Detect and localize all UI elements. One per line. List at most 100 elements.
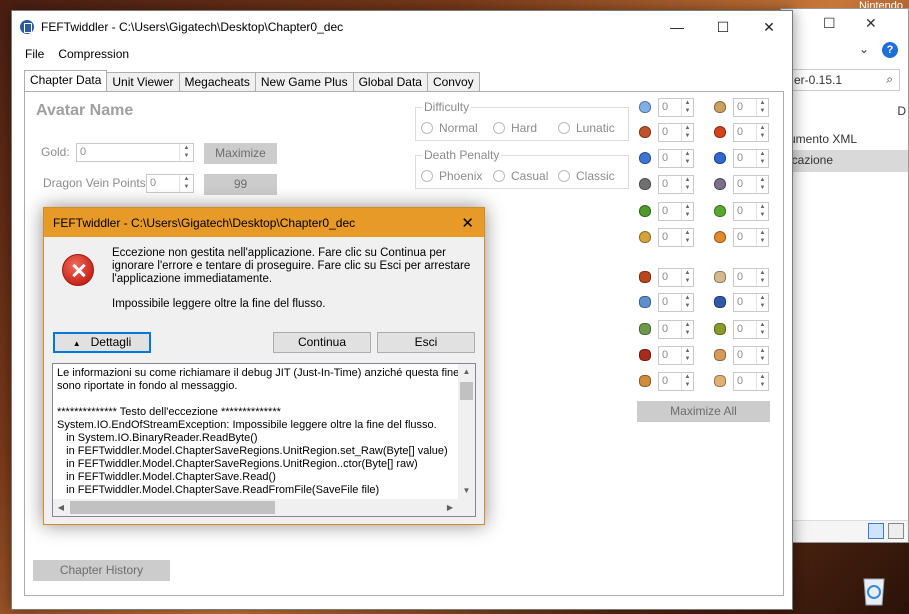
maximize-icon[interactable]: ☐ (700, 11, 746, 43)
spin-arrows-icon[interactable]: ▲ ▼ (756, 203, 768, 220)
spin-arrows-icon[interactable]: ▲ ▼ (756, 294, 768, 311)
item-quantity-stepper[interactable]: 0 ▲ ▼ (658, 202, 694, 221)
dragon-vein-max-button[interactable]: 99 (204, 174, 277, 195)
exit-button[interactable]: Esci (377, 332, 475, 353)
recycle-bin-icon[interactable] (858, 573, 890, 607)
scroll-left-icon[interactable]: ◀ (53, 499, 69, 516)
spin-arrows-icon[interactable]: ▲ ▼ (681, 203, 693, 220)
radio-phoenix[interactable]: Phoenix (421, 169, 482, 183)
tab-megacheats[interactable]: Megacheats (178, 72, 256, 91)
item-quantity-stepper[interactable]: 0 ▲ ▼ (733, 372, 769, 391)
close-icon[interactable]: ✕ (865, 15, 877, 32)
item-quantity-stepper[interactable]: 0 ▲ ▼ (733, 320, 769, 339)
item-quantity-stepper[interactable]: 0 ▲ ▼ (658, 228, 694, 247)
chapter-history-button[interactable]: Chapter History (33, 560, 170, 581)
spin-arrows-icon[interactable]: ▲ ▼ (756, 124, 768, 141)
item-quantity-value: 0 (662, 126, 669, 138)
error-dialog[interactable]: FEFTwiddler - C:\Users\Gigatech\Desktop\… (43, 207, 485, 525)
spin-arrows-icon[interactable]: ▲ ▼ (756, 176, 768, 193)
close-icon[interactable]: ✕ (746, 11, 792, 43)
radio-casual[interactable]: Casual (493, 169, 548, 183)
item-quantity-stepper[interactable]: 0 ▲ ▼ (733, 123, 769, 142)
tab-new-game-plus[interactable]: New Game Plus (254, 72, 354, 91)
spin-arrows-icon[interactable]: ▲ ▼ (756, 150, 768, 167)
spin-arrows-icon[interactable]: ▲ ▼ (756, 99, 768, 116)
item-quantity-stepper[interactable]: 0 ▲ ▼ (658, 320, 694, 339)
item-quantity-stepper[interactable]: 0 ▲ ▼ (733, 98, 769, 117)
spin-arrows-icon[interactable]: ▲ ▼ (179, 175, 193, 192)
item-quantity-stepper[interactable]: 0 ▲ ▼ (733, 268, 769, 287)
spin-arrows-icon[interactable]: ▲ ▼ (681, 229, 693, 246)
tab-convoy[interactable]: Convoy (426, 72, 480, 91)
spin-arrows-icon[interactable]: ▲ ▼ (681, 321, 693, 338)
radio-lunatic[interactable]: Lunatic (558, 121, 615, 135)
spin-arrows-icon[interactable]: ▲ ▼ (756, 347, 768, 364)
item-quantity-stepper[interactable]: 0 ▲ ▼ (733, 293, 769, 312)
radio-classic[interactable]: Classic (558, 169, 615, 183)
spin-arrows-icon[interactable]: ▲ ▼ (681, 124, 693, 141)
spin-arrows-icon[interactable]: ▲ ▼ (681, 373, 693, 390)
item-quantity-stepper[interactable]: 0 ▲ ▼ (733, 175, 769, 194)
scroll-thumb[interactable] (460, 382, 473, 400)
item-quantity-stepper[interactable]: 0 ▲ ▼ (658, 293, 694, 312)
item-quantity-stepper[interactable]: 0 ▲ ▼ (658, 346, 694, 365)
item-quantity-stepper[interactable]: 0 ▲ ▼ (658, 98, 694, 117)
item-quantity-stepper[interactable]: 0 ▲ ▼ (733, 149, 769, 168)
chevron-down-icon[interactable]: ⌄ (859, 42, 869, 56)
vertical-scrollbar[interactable]: ▲ ▼ (458, 364, 475, 499)
tab-chapter-data[interactable]: Chapter Data (24, 70, 108, 91)
item-quantity-stepper[interactable]: 0 ▲ ▼ (658, 175, 694, 194)
avatar-name-label[interactable]: Avatar Name (36, 102, 133, 120)
details-text[interactable]: Le informazioni su come richiamare il de… (53, 364, 458, 497)
gold-stepper[interactable]: 0 ▲ ▼ (76, 143, 194, 162)
item-icon (639, 271, 651, 283)
item-icon (714, 296, 726, 308)
tiles-view-icon[interactable] (888, 523, 904, 539)
list-item-selected[interactable]: icazione (781, 150, 908, 172)
menu-compression[interactable]: Compression (51, 47, 136, 61)
spin-arrows-icon[interactable]: ▲ ▼ (756, 373, 768, 390)
spin-arrows-icon[interactable]: ▲ ▼ (681, 347, 693, 364)
continue-button[interactable]: Continua (273, 332, 371, 353)
address-bar[interactable]: er-0.15.1 ⌕ (789, 69, 900, 91)
scroll-up-icon[interactable]: ▲ (458, 364, 475, 380)
item-quantity-stepper[interactable]: 0 ▲ ▼ (658, 149, 694, 168)
tab-global-data[interactable]: Global Data (352, 72, 428, 91)
spin-arrows-icon[interactable]: ▲ ▼ (681, 176, 693, 193)
item-quantity-stepper[interactable]: 0 ▲ ▼ (733, 346, 769, 365)
search-icon[interactable]: ⌕ (886, 72, 893, 87)
details-button[interactable]: ▲ Dettagli (53, 332, 151, 353)
item-quantity-stepper[interactable]: 0 ▲ ▼ (733, 228, 769, 247)
dragon-vein-stepper[interactable]: 0 ▲ ▼ (146, 174, 194, 193)
minimize-icon[interactable]: — (654, 11, 700, 43)
maximize-icon[interactable]: ☐ (823, 15, 836, 32)
details-view-icon[interactable] (868, 523, 884, 539)
spin-arrows-icon[interactable]: ▲ ▼ (681, 150, 693, 167)
item-quantity-stepper[interactable]: 0 ▲ ▼ (658, 268, 694, 287)
scroll-down-icon[interactable]: ▼ (458, 483, 475, 499)
list-item[interactable]: umento XML (781, 129, 908, 151)
spin-arrows-icon[interactable]: ▲ ▼ (681, 294, 693, 311)
maximize-all-button[interactable]: Maximize All (637, 401, 770, 422)
item-quantity-stepper[interactable]: 0 ▲ ▼ (658, 372, 694, 391)
scroll-right-icon[interactable]: ▶ (442, 499, 458, 516)
item-quantity-stepper[interactable]: 0 ▲ ▼ (733, 202, 769, 221)
background-explorer-window[interactable]: ☐ ✕ ⌄ ? er-0.15.1 ⌕ D umento XML icazion… (780, 8, 909, 543)
scroll-thumb[interactable] (70, 501, 275, 514)
radio-normal[interactable]: Normal (421, 121, 478, 135)
spin-arrows-icon[interactable]: ▲ ▼ (756, 269, 768, 286)
spin-arrows-icon[interactable]: ▲ ▼ (756, 229, 768, 246)
spin-arrows-icon[interactable]: ▲ ▼ (681, 99, 693, 116)
help-icon[interactable]: ? (882, 42, 898, 58)
maximize-gold-button[interactable]: Maximize (204, 143, 277, 164)
horizontal-scrollbar[interactable]: ◀ ▶ (53, 499, 458, 516)
spin-arrows-icon[interactable]: ▲ ▼ (179, 144, 193, 161)
close-icon[interactable]: ✕ (461, 214, 474, 232)
details-textbox[interactable]: Le informazioni su come richiamare il de… (52, 363, 476, 517)
radio-hard[interactable]: Hard (493, 121, 537, 135)
spin-arrows-icon[interactable]: ▲ ▼ (756, 321, 768, 338)
spin-arrows-icon[interactable]: ▲ ▼ (681, 269, 693, 286)
item-quantity-stepper[interactable]: 0 ▲ ▼ (658, 123, 694, 142)
menu-file[interactable]: File (18, 47, 51, 61)
tab-unit-viewer[interactable]: Unit Viewer (106, 72, 180, 91)
